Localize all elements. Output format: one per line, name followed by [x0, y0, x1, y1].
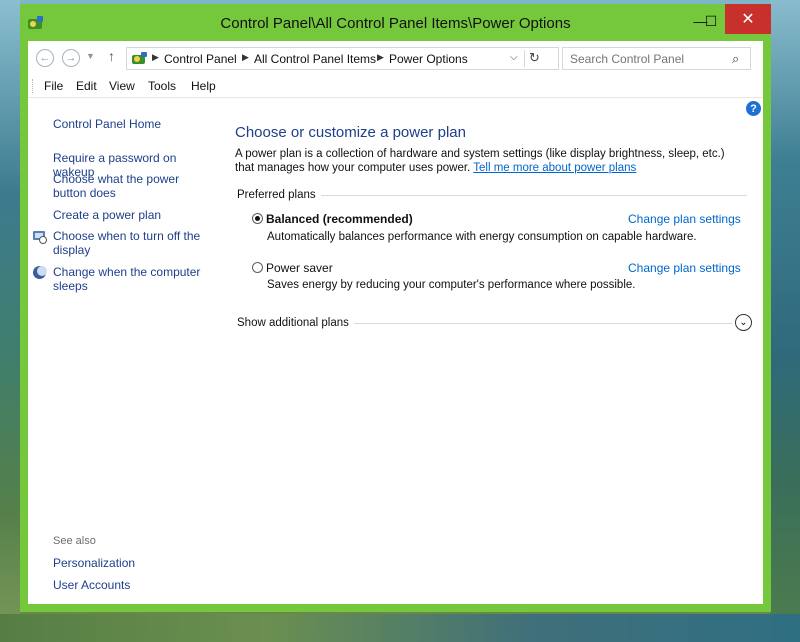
power-saver-plan-description: Saves energy by reducing your computer's…	[267, 279, 636, 291]
title-bar[interactable]: Control Panel\All Control Panel Items\Po…	[20, 4, 771, 44]
sidebar-item-turn-off-display[interactable]: Choose when to turn off the display	[53, 229, 213, 257]
close-button[interactable]: ✕	[725, 4, 771, 34]
menu-tools[interactable]: Tools	[148, 79, 176, 93]
chevron-right-icon[interactable]: ▶	[242, 52, 249, 63]
breadcrumb-control-panel[interactable]: Control Panel	[164, 52, 237, 66]
balanced-plan-name[interactable]: Balanced (recommended)	[266, 212, 413, 226]
moon-sleep-icon	[33, 266, 47, 279]
sidebar-control-panel-home[interactable]: Control Panel Home	[53, 117, 161, 131]
search-box[interactable]: ⌕	[562, 47, 751, 70]
address-bar[interactable]: ▶ Control Panel ▶ All Control Panel Item…	[126, 47, 559, 70]
refresh-icon[interactable]: ↻	[529, 50, 540, 66]
control-panel-icon	[132, 52, 147, 64]
additional-plans-divider	[354, 323, 732, 324]
menu-help[interactable]: Help	[191, 79, 216, 93]
window-client-area: ← → ▼ ↑ ▶ Control Panel ▶ All Control Pa…	[28, 41, 763, 604]
see-also-personalization[interactable]: Personalization	[53, 556, 135, 570]
page-title: Choose or customize a power plan	[235, 124, 466, 141]
control-panel-window: Control Panel\All Control Panel Items\Po…	[20, 4, 771, 612]
sidebar-item-create-plan[interactable]: Create a power plan	[53, 208, 218, 222]
desktop-background-bottom	[0, 614, 800, 642]
breadcrumb-all-items[interactable]: All Control Panel Items	[254, 52, 376, 66]
see-also-heading: See also	[53, 535, 96, 547]
power-saver-plan-radio[interactable]	[252, 262, 263, 273]
breadcrumb-power-options[interactable]: Power Options	[389, 52, 468, 66]
preferred-plans-divider	[321, 195, 747, 196]
menu-edit[interactable]: Edit	[76, 79, 97, 93]
navigation-bar: ← → ▼ ↑ ▶ Control Panel ▶ All Control Pa…	[28, 41, 763, 75]
recent-locations-chevron-down-icon[interactable]: ▼	[86, 51, 95, 61]
sidebar-item-power-button[interactable]: Choose what the power button does	[53, 172, 213, 200]
power-saver-change-settings-link[interactable]: Change plan settings	[628, 261, 741, 275]
search-input[interactable]	[570, 52, 720, 66]
desktop-background-left	[0, 0, 20, 642]
chevron-right-icon[interactable]: ▶	[377, 52, 384, 63]
balanced-plan-radio[interactable]	[252, 213, 263, 224]
back-button[interactable]: ←	[36, 49, 54, 67]
forward-button[interactable]: →	[62, 49, 80, 67]
expand-chevron-down-icon[interactable]: ⌄	[735, 314, 752, 331]
learn-more-link[interactable]: Tell me more about power plans	[473, 162, 636, 174]
menu-grip	[32, 79, 35, 93]
see-also-user-accounts[interactable]: User Accounts	[53, 578, 130, 592]
address-history-chevron-down-icon[interactable]: ⌵	[510, 52, 518, 63]
help-icon[interactable]: ?	[746, 101, 761, 116]
desktop-background-right	[770, 0, 800, 642]
show-additional-plans-label[interactable]: Show additional plans	[237, 317, 349, 329]
address-divider	[524, 50, 525, 67]
menu-file[interactable]: File	[44, 79, 63, 93]
balanced-change-settings-link[interactable]: Change plan settings	[628, 212, 741, 226]
balanced-plan-description: Automatically balances performance with …	[267, 231, 697, 243]
window-title: Control Panel\All Control Panel Items\Po…	[220, 15, 571, 32]
search-icon[interactable]: ⌕	[732, 51, 739, 67]
menu-view[interactable]: View	[109, 79, 135, 93]
page-description: A power plan is a collection of hardware…	[235, 147, 745, 175]
chevron-right-icon[interactable]: ▶	[152, 52, 159, 63]
sidebar-item-computer-sleeps[interactable]: Change when the computer sleeps	[53, 265, 213, 293]
maximize-button[interactable]: ☐	[698, 8, 724, 34]
power-saver-plan-name[interactable]: Power saver	[266, 261, 333, 275]
menu-bar: File Edit View Tools Help	[28, 75, 763, 98]
up-arrow-icon[interactable]: ↑	[108, 48, 115, 64]
display-timer-icon	[33, 231, 47, 244]
preferred-plans-label: Preferred plans	[237, 189, 316, 201]
